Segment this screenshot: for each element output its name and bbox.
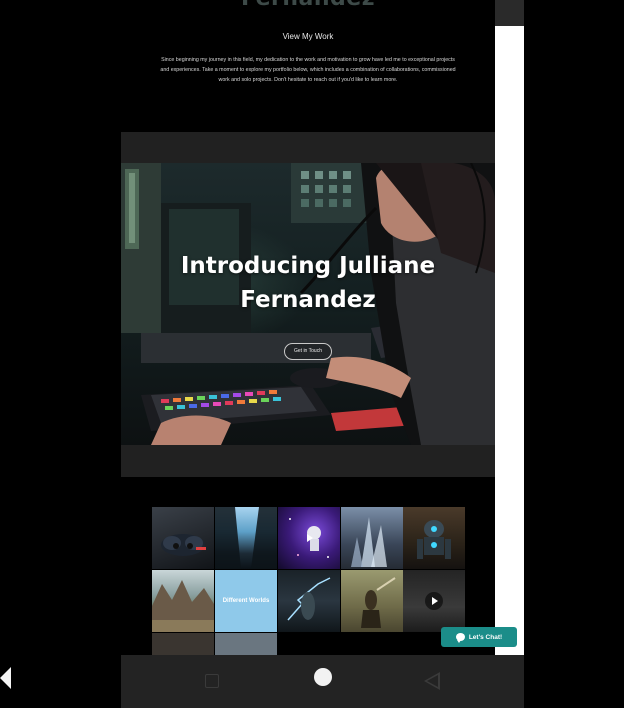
hero-image: Introducing Julliane Fernandez Get in To…	[121, 163, 495, 445]
android-navigation-bar	[121, 655, 524, 708]
gallery-tile-robot[interactable]	[403, 507, 465, 569]
different-worlds-label: Different Worlds	[222, 598, 270, 604]
scrollbar-track[interactable]	[495, 26, 524, 656]
gallery-tile-controller[interactable]	[152, 507, 214, 569]
play-icon[interactable]	[425, 592, 443, 610]
gallery-tile-row3-left[interactable]	[152, 633, 214, 655]
crystal-image	[351, 517, 387, 567]
home-icon[interactable]	[314, 668, 332, 686]
gallery-tile-landscape[interactable]	[152, 570, 214, 632]
gallery-tile-astronaut[interactable]	[278, 507, 340, 569]
back-arrow-icon[interactable]	[0, 667, 11, 689]
lets-chat-label: Let's Chat!	[468, 633, 503, 641]
scrollbar-track-top	[495, 0, 524, 26]
lets-chat-button[interactable]: Let's Chat!	[441, 627, 517, 647]
get-in-touch-button[interactable]: Get in Touch	[284, 343, 332, 360]
sky-image	[215, 507, 277, 569]
gallery-tile-space-video[interactable]	[403, 570, 465, 632]
gallery-tile-row3-middle[interactable]	[215, 633, 277, 655]
hero-heading-line2: Fernandez	[240, 287, 376, 313]
gallery-tile-different-worlds[interactable]: Different Worlds	[215, 570, 277, 632]
hero-heading: Introducing Julliane Fernandez	[121, 249, 495, 317]
play-icon[interactable]	[304, 533, 314, 543]
landscape-image	[152, 580, 214, 632]
page-title-partial: Fernandez	[121, 0, 495, 11]
robot-image	[417, 520, 451, 559]
view-work-link[interactable]: View My Work	[121, 32, 495, 41]
gallery-tile-crystal[interactable]	[341, 507, 403, 569]
intro-paragraph: Since beginning my journey in this field…	[160, 57, 456, 83]
web-page: Fernandez View My Work Since beginning m…	[121, 0, 495, 655]
chat-bubble-icon	[455, 633, 465, 643]
back-icon[interactable]	[424, 672, 440, 690]
gallery-tile-lightning[interactable]	[278, 570, 340, 632]
gallery-tile-sky[interactable]	[215, 507, 277, 569]
warrior-image	[361, 577, 396, 628]
lightning-image	[287, 577, 331, 621]
recent-apps-icon[interactable]	[205, 674, 219, 688]
hero-heading-line1: Introducing Julliane	[180, 253, 436, 279]
portfolio-gallery: Different Worlds	[152, 507, 465, 655]
controller-image	[161, 534, 206, 556]
gallery-tile-warrior[interactable]	[341, 570, 403, 632]
